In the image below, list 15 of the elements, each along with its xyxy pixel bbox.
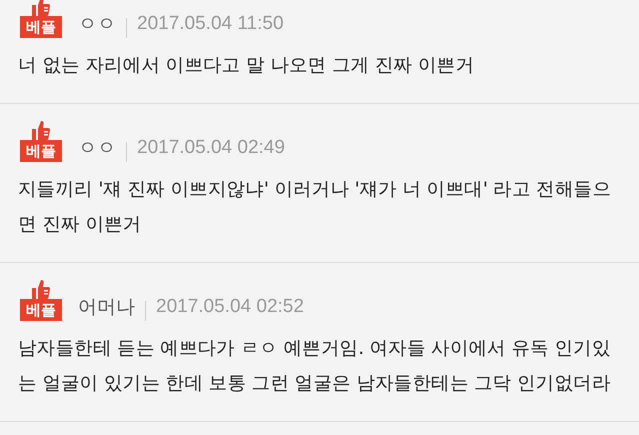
- comment-date: 2017.05.04 11:50: [137, 12, 284, 36]
- comment-date: 2017.05.04 02:52: [156, 294, 304, 318]
- thumbs-up-icon: [30, 120, 52, 140]
- thumbs-up-icon: [30, 279, 52, 299]
- best-badge: 베플: [20, 140, 62, 162]
- comment-text: 지들끼리 '쟤 진짜 이쁘지않냐' 이러거나 '쟤가 너 이쁘대' 라고 전해들으 면 진짜 이쁜거: [18, 178, 612, 237]
- author-name: 어머나: [78, 294, 135, 320]
- best-badge: 베플: [20, 16, 62, 38]
- author-name: ㅇㅇ: [78, 12, 116, 36]
- best-badge: 베플: [20, 299, 62, 321]
- comment-date: 2017.05.04 02:49: [137, 136, 285, 160]
- comment-text: 너 없는 자리에서 이쁘다고 말 나오면 그게 진짜 이쁜거: [18, 54, 476, 78]
- thumbs-up-icon: [30, 0, 52, 16]
- author-name: ㅇㅇ: [78, 136, 116, 160]
- comment-text: 남자들한테 듣는 예쁘다가 ㄹㅇ 예쁜거임. 여자들 사이에서 유독 인기있 는 얼굴이 있기는 한데 보통 그런 얼굴은 남자들한테는 그닥 인기없더라: [18, 337, 612, 396]
